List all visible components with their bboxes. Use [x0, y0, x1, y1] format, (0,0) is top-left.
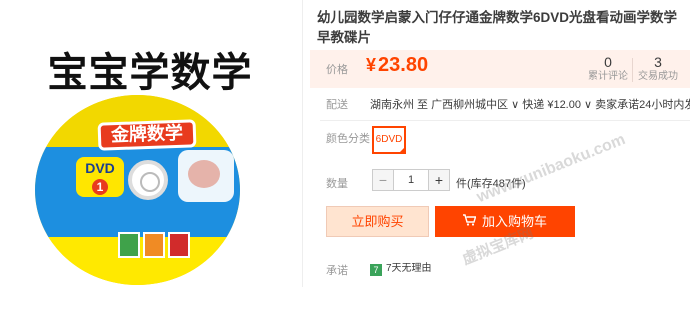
quantity-input[interactable]: [394, 169, 428, 191]
brand-label: 金牌数学: [97, 119, 197, 151]
disc-hole: [128, 160, 168, 200]
product-info: 幼儿园数学启蒙入门仔仔通金牌数学6DVD光盘看动画学数学早教碟片 价格 ¥23.…: [310, 0, 690, 309]
promise-item[interactable]: 7 7天无理由: [370, 259, 432, 276]
dvd-number: 1: [92, 179, 108, 195]
product-title: 幼儿园数学启蒙入门仔仔通金牌数学6DVD光盘看动画学数学早教碟片: [317, 10, 678, 45]
stat-reviews[interactable]: 0 累计评论: [586, 54, 630, 84]
price-value: ¥23.80: [366, 54, 428, 77]
price-label: 价格: [326, 64, 348, 76]
delivery-text[interactable]: 湖南永州 至 广西柳州城中区 ∨ 快递 ¥12.00 ∨ 卖家承诺24小时内发货: [370, 96, 690, 112]
divider: [320, 120, 690, 121]
color-label: 颜色分类: [326, 133, 370, 145]
product-image-panel: 宝宝学数学 金牌数学 DVD 1: [0, 0, 303, 287]
add-to-cart-label: 加入购物车: [481, 214, 547, 229]
quantity-label: 数量: [326, 178, 348, 190]
transactions-label: 交易成功: [638, 71, 678, 82]
option-6dvd[interactable]: 6DVD: [372, 126, 406, 154]
price-amount: 23.80: [378, 54, 429, 76]
seven-day-badge-icon: 7: [370, 264, 382, 276]
quantity-stepper: − +: [372, 169, 450, 191]
transactions-count: 3: [654, 54, 662, 70]
currency-symbol: ¥: [366, 55, 377, 75]
reviews-count: 0: [604, 54, 612, 70]
delivery-label: 配送: [326, 99, 348, 111]
price-box: 价格 ¥23.80 0 累计评论 3 交易成功: [310, 50, 690, 88]
cartoon-illustration: [178, 150, 234, 202]
dvd-badge: DVD 1: [76, 157, 124, 197]
add-to-cart-button[interactable]: 加入购物车: [435, 206, 575, 237]
stock-text: 件(库存487件): [456, 178, 526, 190]
quantity-minus-button[interactable]: −: [372, 169, 394, 191]
quantity-plus-button[interactable]: +: [428, 169, 450, 191]
promise-text: 7天无理由: [386, 263, 432, 274]
reviews-label: 累计评论: [588, 71, 628, 82]
promise-label: 承诺: [326, 265, 348, 277]
dvd-label: DVD: [85, 160, 115, 176]
buy-now-button[interactable]: 立即购买: [326, 206, 429, 237]
delivery-row: 配送 湖南永州 至 广西柳州城中区 ∨ 快递 ¥12.00 ∨ 卖家承诺24小时…: [310, 94, 690, 112]
cart-icon: [462, 207, 477, 236]
stat-transactions[interactable]: 3 交易成功: [636, 54, 680, 84]
stat-divider: [632, 58, 633, 82]
number-blocks-illustration: [118, 232, 190, 258]
disc-title: 宝宝学数学: [47, 50, 253, 96]
